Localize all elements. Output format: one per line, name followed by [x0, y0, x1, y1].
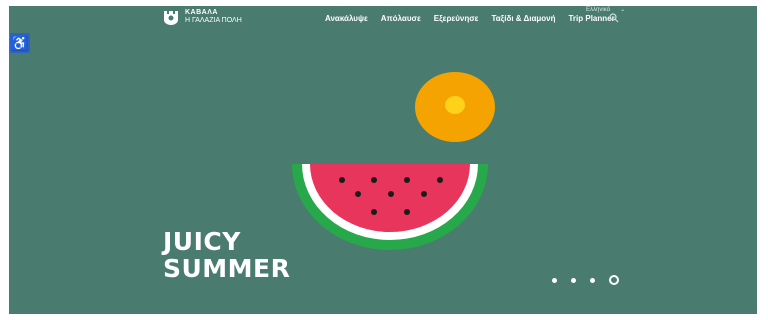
logo-subtitle: Η ΓΑΛΑΖΙΑ ΠΟΛΗ — [185, 17, 242, 24]
nav-item-explore[interactable]: Εξερεύνησε — [434, 14, 479, 23]
accessibility-button[interactable]: ♿ — [10, 33, 30, 53]
main-nav: Ανακάλυψε Απόλαυσε Εξερεύνησε Ταξίδι & Δ… — [325, 14, 615, 23]
language-label: Ελληνικά — [586, 7, 611, 13]
hero-banner — [9, 6, 757, 314]
nav-item-travel-stay[interactable]: Ταξίδι & Διαμονή — [491, 14, 555, 23]
logo-title: ΚΑΒΑΛΑ — [185, 9, 218, 16]
hero-headline-line1: JUICY — [163, 227, 241, 256]
slider-pagination — [552, 275, 619, 285]
nav-item-discover[interactable]: Ανακάλυψε — [325, 14, 368, 23]
nav-item-trip-planner[interactable]: Trip Planner — [568, 14, 614, 23]
slider-dot-2[interactable] — [571, 277, 576, 283]
chevron-down-icon: ⌄ — [620, 7, 626, 13]
nav-item-enjoy[interactable]: Απόλαυσε — [381, 14, 421, 23]
hero-headline: JUICY SUMMER — [163, 228, 290, 282]
search-icon[interactable] — [609, 13, 619, 23]
watermelon-slice-illustration — [292, 164, 488, 250]
site-logo[interactable]: ΚΑΒΑΛΑ Η ΓΑΛΑΖΙΑ ΠΟΛΗ — [163, 9, 242, 25]
wheelchair-icon: ♿ — [11, 35, 29, 51]
slider-dot-4-active[interactable] — [609, 275, 619, 285]
orange-slice-illustration — [415, 72, 495, 142]
logo-icon — [164, 11, 178, 25]
hero-headline-line2: SUMMER — [163, 254, 291, 283]
slider-dot-3[interactable] — [590, 277, 595, 283]
language-selector[interactable]: Ελληνικά ⌄ — [586, 6, 625, 13]
slider-dot-1[interactable] — [552, 277, 557, 283]
